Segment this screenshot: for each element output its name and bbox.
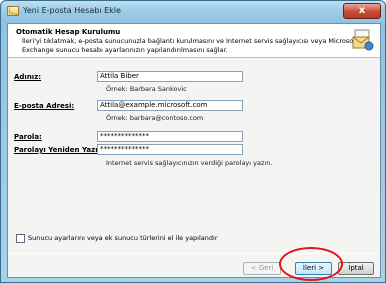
email-field[interactable]: Attila@example.microsoft.com xyxy=(97,100,243,111)
dialog-content: Otomatik Hesap Kurulumu İleri'yi tıklatm… xyxy=(7,23,381,278)
manual-setup-checkbox[interactable] xyxy=(16,234,25,243)
name-label: Adınız: xyxy=(14,73,42,81)
cancel-button[interactable]: İptal xyxy=(338,262,374,275)
title-bar: Yeni E-posta Hesabı Ekle x xyxy=(1,1,385,23)
wizard-header: Otomatik Hesap Kurulumu İleri'yi tıklatm… xyxy=(8,24,380,58)
email-hint: Örnek: barbara@contoso.com xyxy=(106,114,204,122)
mail-wizard-icon xyxy=(352,29,374,51)
mail-icon xyxy=(7,6,19,16)
password-field[interactable]: ************** xyxy=(97,131,243,142)
next-button-highlight-ring xyxy=(279,247,343,281)
add-email-account-window: Yeni E-posta Hesabı Ekle x Otomatik Hesa… xyxy=(0,0,386,283)
name-field[interactable]: Attila Biber xyxy=(97,71,243,82)
window-title: Yeni E-posta Hesabı Ekle xyxy=(23,6,121,15)
email-label: E-posta Adresi: xyxy=(14,102,75,110)
close-button[interactable]: x xyxy=(343,3,381,19)
manual-setup-label[interactable]: Sunucu ayarlarını veya ek sunucu türleri… xyxy=(28,234,218,242)
retype-password-label: Parolayı Yeniden Yazın: xyxy=(14,146,106,154)
retype-password-field[interactable]: ************** xyxy=(97,144,243,155)
back-button[interactable]: < Geri xyxy=(243,262,281,275)
name-hint: Örnek: Barbara Sankovic xyxy=(106,85,187,93)
password-label: Parola: xyxy=(14,133,42,141)
header-title: Otomatik Hesap Kurulumu xyxy=(16,28,121,36)
header-description: İleri'yi tıklatmak, e-posta sunucunuzla … xyxy=(22,37,358,54)
password-hint: Internet servis sağlayıcınızın verdiği p… xyxy=(106,159,273,167)
